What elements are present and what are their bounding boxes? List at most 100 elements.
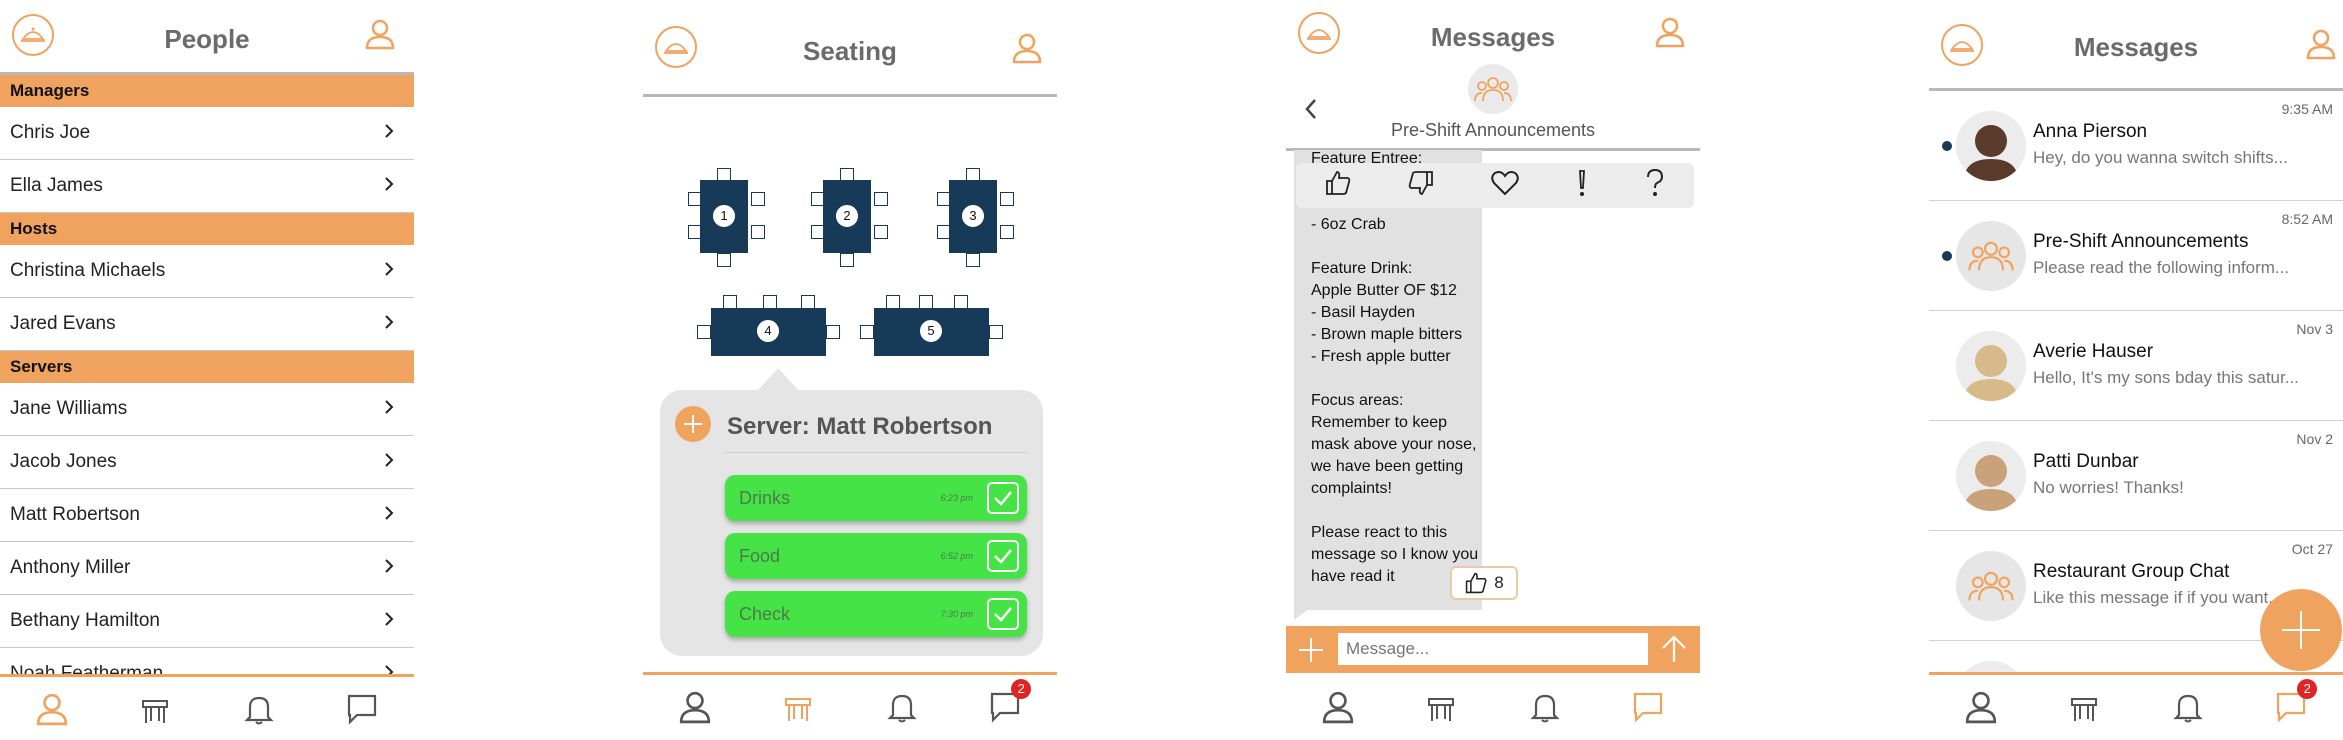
server-popup: Server: Matt Robertson Drinks 6:23 pm Fo… (660, 390, 1043, 656)
message-time: 9:35 AM (2281, 101, 2333, 117)
message-list[interactable]: Anna Pierson Hey, do you wanna switch shi… (1929, 91, 2343, 674)
person-row[interactable]: Jacob Jones (0, 436, 414, 489)
unread-dot-icon (1942, 250, 1952, 261)
tab-notifications[interactable] (882, 687, 922, 727)
group-name: Pre-Shift Announcements (1390, 120, 1596, 140)
table-4[interactable]: 4 (711, 308, 826, 356)
message-time: Oct 27 (2291, 541, 2333, 557)
table-1[interactable]: 1 (700, 180, 748, 253)
person-name: Chris Joe (10, 122, 91, 143)
sender-name: Anna Pierson (2033, 121, 2148, 142)
tab-people[interactable] (32, 689, 72, 729)
thumbs-up-icon (1466, 572, 1487, 594)
exclamation-icon[interactable] (1575, 168, 1589, 203)
reaction-bar (1296, 163, 1694, 208)
page-title: Messages (1430, 22, 1556, 52)
tab-bar: 2 (643, 672, 1057, 738)
table-5[interactable]: 5 (874, 308, 989, 356)
tab-seating[interactable] (2064, 687, 2104, 727)
group-avatar-icon (1956, 220, 2026, 291)
unread-badge: 2 (1011, 678, 1032, 699)
person-row[interactable]: Anthony Miller (0, 542, 414, 595)
page-title: Messages (2073, 32, 2199, 62)
message-time: 8:52 AM (2281, 211, 2333, 227)
message-row[interactable]: Anna Pierson Hey, do you wanna switch shi… (1929, 91, 2343, 201)
checkbox-icon[interactable] (987, 482, 1019, 514)
tab-seating[interactable] (778, 687, 818, 727)
send-arrow-icon[interactable] (1660, 634, 1688, 669)
avatar (1956, 110, 2026, 181)
tab-messages[interactable] (342, 689, 382, 729)
person-name: Matt Robertson (10, 504, 140, 525)
message-input[interactable] (1338, 633, 1648, 665)
seating-header: Seating (643, 0, 1057, 97)
section-header: Servers (0, 351, 414, 383)
like-count-chip[interactable]: 8 (1450, 566, 1518, 600)
message-preview: Like this message if if you want... (2033, 588, 2283, 607)
attach-plus-icon[interactable] (1296, 635, 1326, 670)
task-check[interactable]: Check 7:30 pm (725, 591, 1027, 637)
table-number: 3 (961, 204, 985, 228)
tab-messages[interactable]: 2 (985, 678, 1032, 727)
person-name: Jane Williams (10, 398, 128, 419)
chevron-right-icon (384, 504, 404, 527)
tab-messages[interactable]: 2 (2271, 678, 2318, 727)
person-row[interactable]: Christina Michaels (0, 245, 414, 298)
chevron-right-icon (384, 557, 404, 580)
chevron-right-icon (384, 610, 404, 633)
task-label: Drinks (739, 488, 791, 508)
checkbox-icon[interactable] (987, 540, 1019, 572)
person-name: Christina Michaels (10, 260, 166, 281)
heart-icon[interactable] (1490, 169, 1520, 202)
task-drinks[interactable]: Drinks 6:23 pm (725, 475, 1027, 521)
table-3[interactable]: 3 (949, 180, 997, 253)
page-title: Seating (803, 36, 897, 66)
message-row[interactable]: Averie Hauser Hello, It's my sons bday th… (1929, 311, 2343, 421)
person-row[interactable]: Ella James (0, 160, 414, 213)
tab-people[interactable] (675, 687, 715, 727)
person-name: Jacob Jones (10, 451, 117, 472)
message-time: Nov 2 (2296, 431, 2333, 447)
message-row[interactable]: Pre-Shift Announcements Please read the f… (1929, 201, 2343, 311)
profile-icon[interactable] (364, 18, 396, 50)
tab-seating[interactable] (135, 689, 175, 729)
person-row[interactable]: Bethany Hamilton (0, 595, 414, 648)
person-name: Anthony Miller (10, 557, 131, 578)
add-icon[interactable] (675, 406, 711, 442)
task-time: 6:23 pm (940, 493, 973, 503)
new-message-button[interactable] (2260, 589, 2342, 671)
people-list[interactable]: Managers Chris Joe Ella James Hosts Christin… (0, 72, 414, 678)
tab-notifications[interactable] (239, 689, 279, 729)
bubble-tail (1294, 598, 1324, 620)
message-text: Feature Entree: - 6oz Crab Feature Drink… (1311, 150, 1479, 585)
like-count: 8 (1494, 573, 1504, 592)
unread-dot-icon (1942, 140, 1952, 151)
person-row[interactable]: Matt Robertson (0, 489, 414, 542)
person-row[interactable]: Jane Williams (0, 383, 414, 436)
tab-seating[interactable] (1421, 687, 1461, 727)
avatar (1956, 440, 2026, 511)
table-2[interactable]: 2 (823, 180, 871, 253)
thumbs-up-icon[interactable] (1324, 169, 1352, 202)
tab-people[interactable] (1318, 687, 1358, 727)
person-row[interactable]: Chris Joe (0, 107, 414, 160)
table-number: 1 (712, 204, 736, 228)
section-header: Hosts (0, 213, 414, 245)
profile-icon[interactable] (1011, 32, 1043, 64)
tab-notifications[interactable] (2168, 687, 2208, 727)
message-row[interactable]: Patti Dunbar No worries! Thanks! Nov 2 (1929, 421, 2343, 531)
sender-name: Averie Hauser (2033, 341, 2154, 362)
thumbs-down-icon[interactable] (1407, 169, 1435, 202)
chevron-right-icon (384, 175, 404, 198)
tab-notifications[interactable] (1525, 687, 1565, 727)
message-time: Nov 3 (2296, 321, 2333, 337)
people-screen: People Managers Chris Joe Ella James Hosts C… (0, 0, 414, 740)
task-food[interactable]: Food 6:52 pm (725, 533, 1027, 579)
profile-icon[interactable] (2305, 28, 2337, 60)
checkbox-icon[interactable] (987, 598, 1019, 630)
profile-icon[interactable] (1654, 16, 1686, 48)
question-icon[interactable] (1644, 168, 1666, 203)
tab-messages[interactable] (1628, 687, 1668, 727)
person-row[interactable]: Jared Evans (0, 298, 414, 351)
tab-people[interactable] (1961, 687, 2001, 727)
